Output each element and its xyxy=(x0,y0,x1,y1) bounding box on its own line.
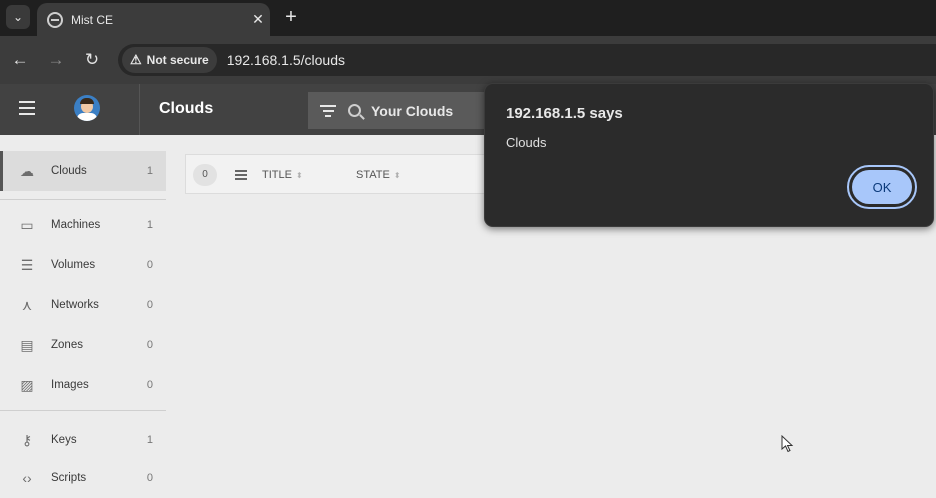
sidebar-divider xyxy=(0,199,166,200)
column-title-header[interactable]: TITLE ⬍ xyxy=(262,169,303,181)
image-icon: ▨ xyxy=(20,376,34,393)
tab-search-button[interactable]: ⌄ xyxy=(6,5,30,29)
ok-button[interactable]: OK xyxy=(847,165,917,209)
sidebar-item-count: 0 xyxy=(146,472,153,484)
sidebar-item-count: 0 xyxy=(146,379,153,391)
sidebar-item-volumes[interactable]: ☰ Volumes 0 xyxy=(0,245,166,285)
browser-tab[interactable]: Mist CE ✕ xyxy=(37,3,270,36)
sidebar-item-label: Scripts xyxy=(51,472,87,484)
chevron-down-icon: ⌄ xyxy=(12,10,24,24)
key-icon: ⚷ xyxy=(21,431,33,448)
dns-icon: ▤ xyxy=(20,336,34,353)
search-icon xyxy=(348,104,361,117)
search-box[interactable]: Your Clouds xyxy=(308,92,488,129)
search-input[interactable]: Your Clouds xyxy=(371,103,453,119)
sidebar-item-label: Zones xyxy=(51,339,83,351)
sidebar-item-clouds[interactable]: ☁ Clouds 1 xyxy=(0,151,166,191)
sidebar-item-label: Clouds xyxy=(51,165,87,177)
column-label: TITLE xyxy=(262,169,292,181)
sort-icon: ⬍ xyxy=(295,171,303,180)
sidebar-item-label: Networks xyxy=(51,299,99,311)
alert-dialog: 192.168.1.5 says Clouds OK xyxy=(484,83,934,227)
forward-arrow-icon[interactable]: → xyxy=(45,49,67,71)
sidebar-item-count: 0 xyxy=(146,259,153,271)
sidebar-divider xyxy=(0,410,166,411)
filter-icon[interactable] xyxy=(320,104,336,117)
sidebar-item-keys[interactable]: ⚷ Keys 1 xyxy=(0,420,166,460)
sidebar-item-count: 1 xyxy=(146,434,153,446)
sort-icon: ⬍ xyxy=(393,171,401,180)
cloud-icon: ☁ xyxy=(20,162,34,179)
security-label: Not secure xyxy=(146,53,209,67)
back-arrow-icon[interactable]: ← xyxy=(9,49,31,71)
ok-button-label: OK xyxy=(852,170,912,204)
tab-title: Mist CE xyxy=(71,12,113,27)
sidebar-item-networks[interactable]: ⋏ Networks 0 xyxy=(0,285,166,325)
sidebar-item-label: Volumes xyxy=(51,259,96,271)
dialog-message: Clouds xyxy=(506,135,547,150)
avatar[interactable] xyxy=(74,95,100,121)
sidebar: ☁ Clouds 1 ▭ Machines 1 ☰ Volumes 0 ⋏ Ne… xyxy=(0,135,166,486)
network-icon: ⋏ xyxy=(21,296,33,313)
table-header: 0 TITLE ⬍ STATE ⬍ xyxy=(185,154,485,194)
storage-icon: ☰ xyxy=(20,256,34,273)
sidebar-item-label: Machines xyxy=(51,219,101,231)
warning-triangle-icon: ⚠ xyxy=(130,52,142,67)
dialog-title: 192.168.1.5 says xyxy=(506,105,623,122)
column-label: STATE xyxy=(356,169,390,181)
header-divider xyxy=(139,84,140,135)
reload-icon[interactable]: ↻ xyxy=(81,49,103,71)
sidebar-item-count: 1 xyxy=(146,165,153,177)
sidebar-item-machines[interactable]: ▭ Machines 1 xyxy=(0,205,166,245)
security-chip[interactable]: ⚠ Not secure xyxy=(122,47,217,73)
tab-close-icon[interactable]: ✕ xyxy=(246,11,270,28)
sidebar-item-zones[interactable]: ▤ Zones 0 xyxy=(0,325,166,365)
sidebar-item-label: Keys xyxy=(51,434,77,446)
sidebar-item-label: Images xyxy=(51,379,89,391)
sidebar-item-images[interactable]: ▨ Images 0 xyxy=(0,365,166,405)
url-text[interactable]: 192.168.1.5/clouds xyxy=(227,52,345,68)
laptop-icon: ▭ xyxy=(20,216,34,233)
hamburger-menu-icon[interactable] xyxy=(19,101,35,115)
sidebar-item-scripts[interactable]: ‹› Scripts 0 xyxy=(0,458,166,498)
new-tab-button[interactable]: + xyxy=(280,5,302,29)
sidebar-item-count: 1 xyxy=(146,219,153,231)
omnibox[interactable]: ⚠ Not secure 192.168.1.5/clouds xyxy=(118,44,936,76)
column-menu-icon[interactable] xyxy=(235,170,247,182)
item-count-badge: 0 xyxy=(193,164,217,186)
column-state-header[interactable]: STATE ⬍ xyxy=(356,169,401,181)
mist-favicon-icon xyxy=(47,11,63,28)
sidebar-item-count: 0 xyxy=(146,299,153,311)
mouse-cursor-icon xyxy=(781,435,794,453)
browser-address-bar: ← → ↻ ⚠ Not secure 192.168.1.5/clouds xyxy=(0,36,936,84)
browser-tab-bar: ⌄ Mist CE ✕ + xyxy=(0,0,936,36)
page-title: Clouds xyxy=(159,100,214,117)
sidebar-item-count: 0 xyxy=(146,339,153,351)
code-icon: ‹› xyxy=(22,470,32,486)
